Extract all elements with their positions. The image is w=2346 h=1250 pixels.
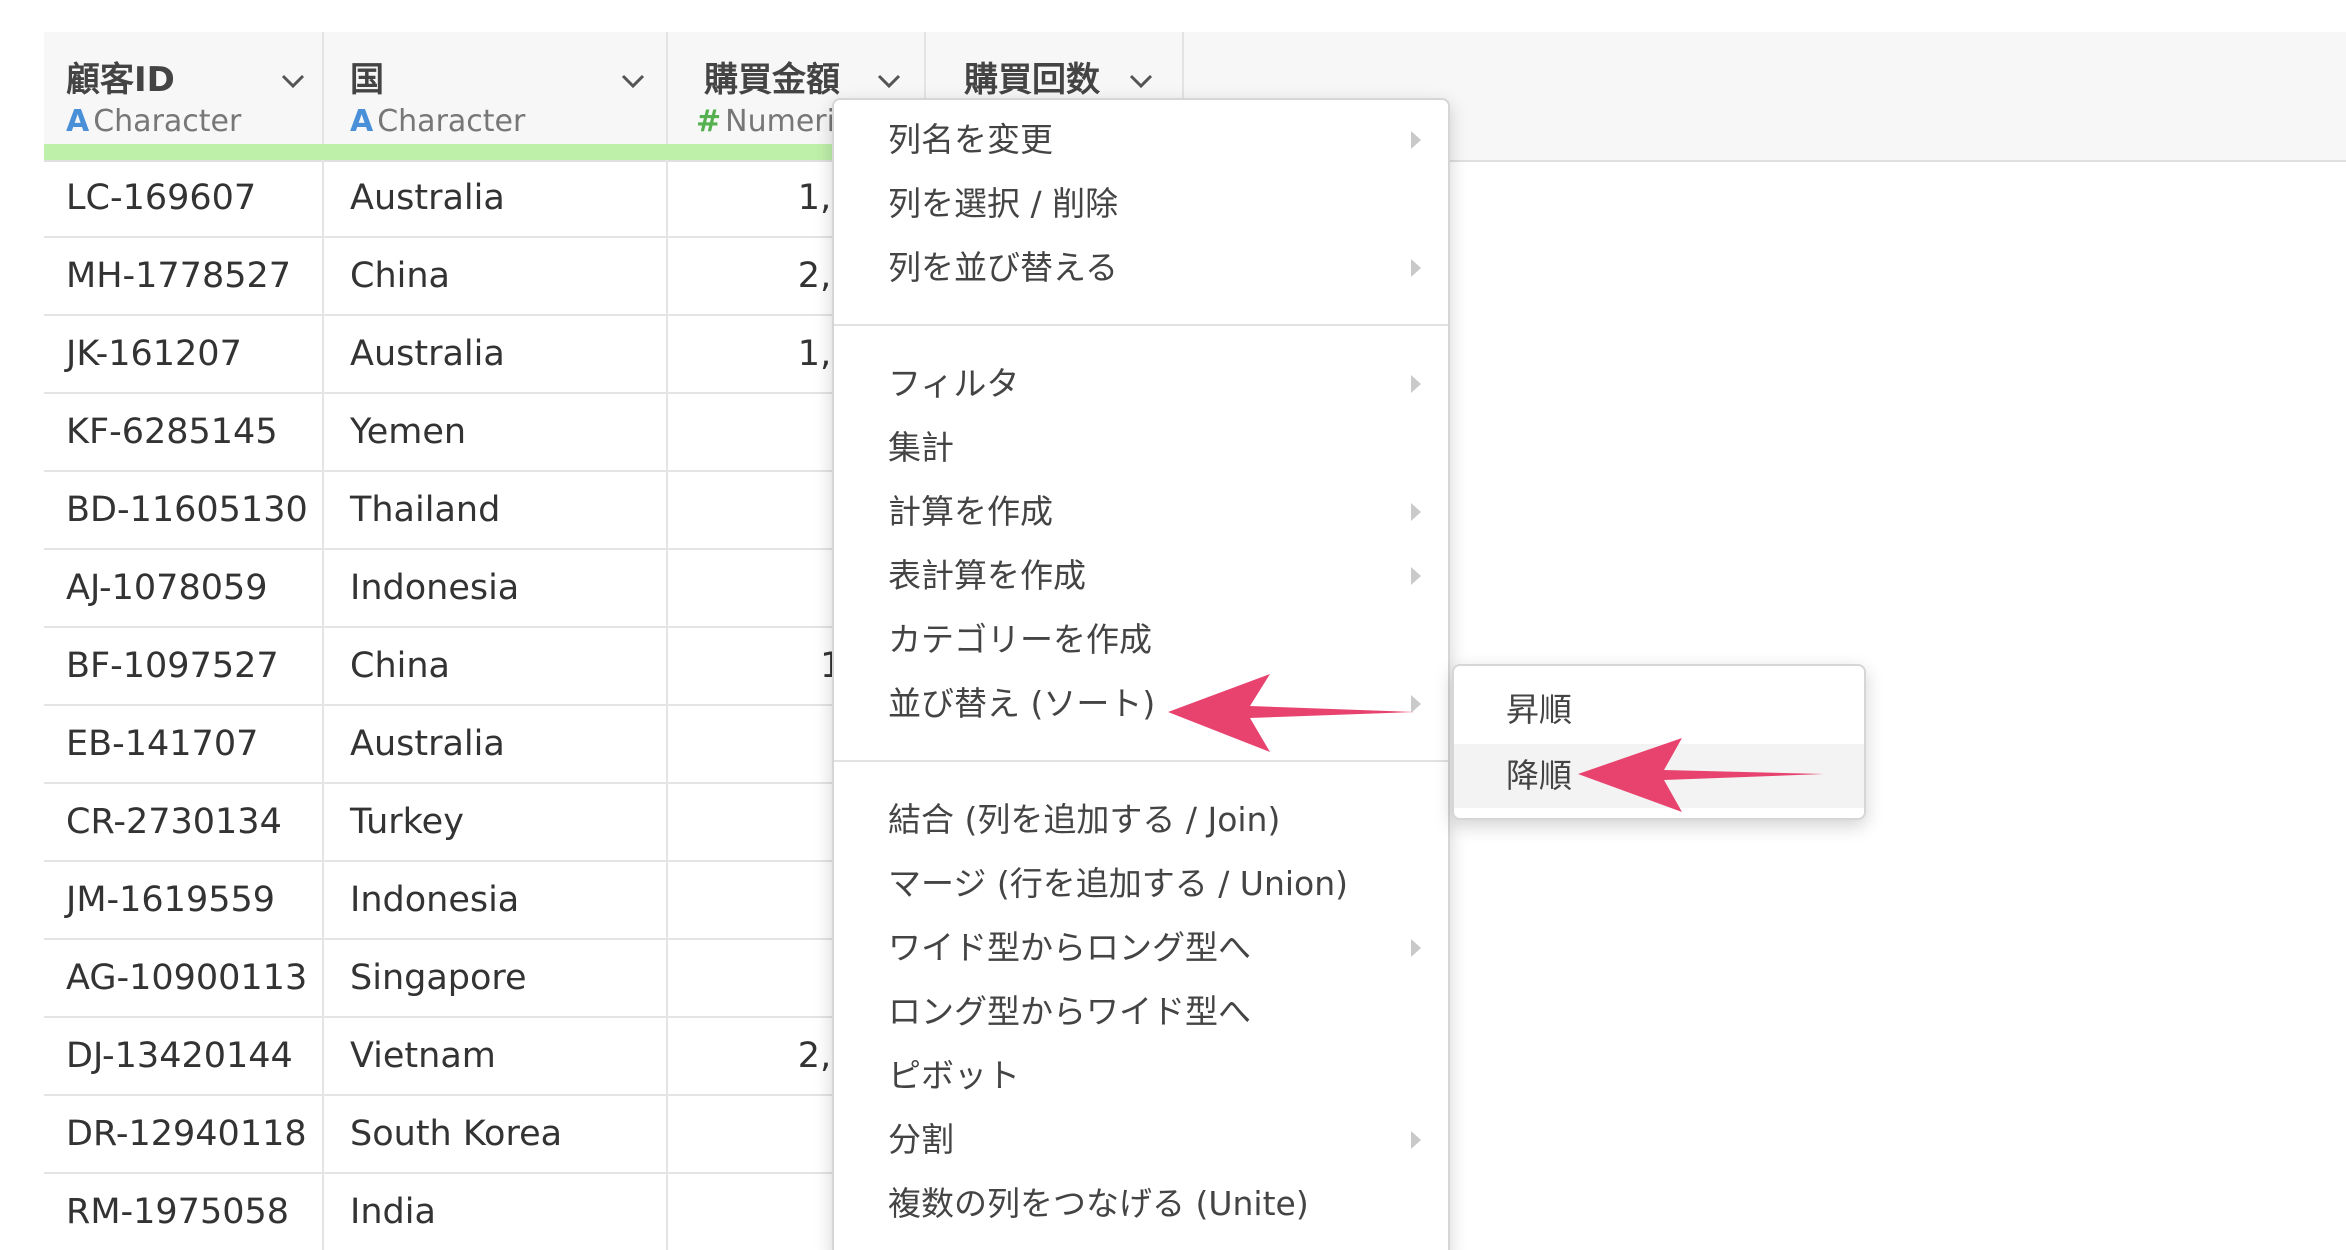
menu-item[interactable]: 集計 bbox=[834, 416, 1448, 480]
cell-customer-id[interactable]: AG-10900113 bbox=[44, 940, 324, 1016]
menu-item[interactable]: 表計算を作成 bbox=[834, 544, 1448, 608]
menu-item-label: マージ (行を追加する / Union) bbox=[888, 864, 1349, 903]
submenu-arrow-icon bbox=[1411, 503, 1421, 521]
cell-country[interactable]: Australia bbox=[324, 160, 668, 236]
menu-item[interactable]: 並び替え (ソート) bbox=[834, 672, 1448, 736]
character-type-icon: A bbox=[350, 104, 374, 139]
chevron-down-icon[interactable] bbox=[618, 66, 648, 96]
menu-item-label: 昇順 bbox=[1506, 690, 1572, 729]
cell-customer-id[interactable]: RM-1975058 bbox=[44, 1174, 324, 1250]
submenu-arrow-icon bbox=[1411, 131, 1421, 149]
column-context-menu: 列名を変更列を選択 / 削除 列を並び替える フィルタ集計計算を作成表計算を作成カテ… bbox=[832, 98, 1450, 1250]
cell-country[interactable]: Turkey bbox=[324, 784, 668, 860]
menu-item-label: ワイド型からロング型へ bbox=[888, 928, 1251, 967]
column-type: A Character bbox=[66, 104, 241, 139]
menu-item[interactable]: 列名を変更 bbox=[834, 108, 1448, 172]
submenu-arrow-icon bbox=[1411, 939, 1421, 957]
cell-country[interactable]: Vietnam bbox=[324, 1018, 668, 1094]
column-type-label: Character bbox=[93, 104, 242, 139]
cell-customer-id[interactable]: MH-1778527 bbox=[44, 238, 324, 314]
menu-item[interactable]: マージ (行を追加する / Union) bbox=[834, 852, 1448, 916]
menu-item[interactable]: 列を選択 / 削除 bbox=[834, 172, 1448, 236]
menu-item[interactable]: ロング型からワイド型へ bbox=[834, 980, 1448, 1044]
chevron-down-icon[interactable] bbox=[874, 66, 904, 96]
menu-item[interactable]: 分割 bbox=[834, 1108, 1448, 1172]
menu-item-label: 列名を変更 bbox=[888, 120, 1053, 159]
cell-country[interactable]: Indonesia bbox=[324, 862, 668, 938]
cell-customer-id[interactable]: AJ-1078059 bbox=[44, 550, 324, 626]
menu-item-label: 列を並び替える bbox=[888, 248, 1119, 287]
column-name: 顧客ID bbox=[66, 60, 175, 100]
cell-country[interactable]: South Korea bbox=[324, 1096, 668, 1172]
cell-customer-id[interactable]: JK-161207 bbox=[44, 316, 324, 392]
sort-ascending-item[interactable]: 昇順 bbox=[1454, 678, 1864, 742]
cell-customer-id[interactable]: JM-1619559 bbox=[44, 862, 324, 938]
app-stage: 顧客ID A Character 国 A Character 購買金額 # Numer… bbox=[0, 0, 2346, 1250]
menu-item-label: 集計 bbox=[888, 428, 954, 467]
submenu-arrow-icon bbox=[1411, 259, 1421, 277]
menu-item[interactable]: ピボット bbox=[834, 1044, 1448, 1108]
sort-descending-item[interactable]: 降順 bbox=[1454, 744, 1864, 808]
menu-item[interactable]: カテゴリーを作成 bbox=[834, 608, 1448, 672]
cell-country[interactable]: Australia bbox=[324, 316, 668, 392]
submenu-arrow-icon bbox=[1411, 375, 1421, 393]
menu-item-label: 表計算を作成 bbox=[888, 556, 1086, 595]
submenu-arrow-icon bbox=[1411, 1131, 1421, 1149]
column-header-customer-id[interactable]: 顧客ID A Character bbox=[44, 32, 324, 160]
menu-item[interactable]: ワイド型からロング型へ bbox=[834, 916, 1448, 980]
submenu-arrow-icon bbox=[1411, 567, 1421, 585]
cell-country[interactable]: China bbox=[324, 628, 668, 704]
column-type-label: Numeri bbox=[725, 104, 835, 139]
menu-item-label: フィルタ bbox=[888, 364, 1020, 403]
numeric-type-icon: # bbox=[696, 104, 722, 139]
column-type-label: Character bbox=[377, 104, 526, 139]
cell-customer-id[interactable]: BD-11605130 bbox=[44, 472, 324, 548]
menu-item-label: 複数の列をつなげる (Unite) bbox=[888, 1184, 1309, 1223]
menu-separator bbox=[834, 324, 1448, 326]
cell-customer-id[interactable]: BF-1097527 bbox=[44, 628, 324, 704]
menu-item-label: 分割 bbox=[888, 1120, 954, 1159]
cell-country[interactable]: India bbox=[324, 1174, 668, 1250]
menu-item-label: 結合 (列を追加する / Join) bbox=[888, 800, 1281, 839]
cell-country[interactable]: Thailand bbox=[324, 472, 668, 548]
menu-item[interactable]: 結合 (列を追加する / Join) bbox=[834, 788, 1448, 852]
menu-item-label: カテゴリーを作成 bbox=[888, 620, 1152, 659]
column-name: 購買回数 bbox=[964, 60, 1100, 100]
cell-customer-id[interactable]: KF-6285145 bbox=[44, 394, 324, 470]
chevron-down-icon[interactable] bbox=[278, 66, 308, 96]
cell-country[interactable]: Australia bbox=[324, 706, 668, 782]
menu-item-label: ロング型からワイド型へ bbox=[888, 992, 1251, 1031]
menu-item-label: 降順 bbox=[1506, 756, 1572, 795]
menu-item-label: 列を選択 / 削除 bbox=[888, 184, 1119, 223]
menu-item-label: 計算を作成 bbox=[888, 492, 1053, 531]
cell-customer-id[interactable]: DR-12940118 bbox=[44, 1096, 324, 1172]
cell-customer-id[interactable]: LC-169607 bbox=[44, 160, 324, 236]
cell-country[interactable]: Singapore bbox=[324, 940, 668, 1016]
menu-item[interactable]: 計算を作成 bbox=[834, 480, 1448, 544]
data-quality-bar bbox=[44, 144, 844, 160]
menu-item[interactable]: 複数の列をつなげる (Unite) bbox=[834, 1172, 1448, 1236]
column-name: 国 bbox=[350, 60, 384, 100]
column-type: # Numeri bbox=[696, 104, 835, 139]
menu-item[interactable]: フィルタ bbox=[834, 352, 1448, 416]
cell-country[interactable]: Yemen bbox=[324, 394, 668, 470]
sort-submenu: 昇順 降順 bbox=[1452, 664, 1866, 820]
menu-item-label: ピボット bbox=[888, 1056, 1020, 1095]
column-name: 購買金額 bbox=[704, 60, 840, 100]
chevron-down-icon[interactable] bbox=[1126, 66, 1156, 96]
menu-item-label: 並び替え (ソート) bbox=[888, 684, 1156, 723]
cell-customer-id[interactable]: CR-2730134 bbox=[44, 784, 324, 860]
menu-separator bbox=[834, 760, 1448, 762]
character-type-icon: A bbox=[66, 104, 90, 139]
menu-item[interactable]: 列を並び替える bbox=[834, 236, 1448, 300]
cell-customer-id[interactable]: DJ-13420144 bbox=[44, 1018, 324, 1094]
cell-customer-id[interactable]: EB-141707 bbox=[44, 706, 324, 782]
column-header-country[interactable]: 国 A Character bbox=[324, 32, 668, 160]
cell-country[interactable]: China bbox=[324, 238, 668, 314]
submenu-arrow-icon bbox=[1411, 695, 1421, 713]
cell-country[interactable]: Indonesia bbox=[324, 550, 668, 626]
column-type: A Character bbox=[350, 104, 525, 139]
